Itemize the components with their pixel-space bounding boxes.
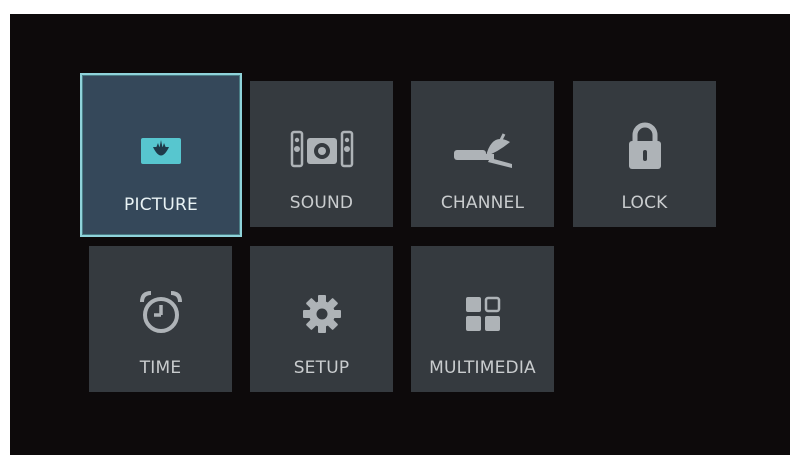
satellite-dish-icon — [411, 127, 554, 169]
tv-menu-screen: PICTURE SOUND CHANNEL LOCK TIME SETUP MU… — [10, 14, 790, 455]
menu-tile-label: MULTIMEDIA — [429, 358, 536, 378]
menu-tile-channel[interactable]: CHANNEL — [411, 81, 554, 227]
menu-tile-label: PICTURE — [124, 195, 198, 215]
menu-tile-lock[interactable]: LOCK — [573, 81, 716, 227]
menu-tile-label: TIME — [139, 358, 182, 378]
menu-tile-picture[interactable]: PICTURE — [80, 73, 242, 237]
menu-tile-sound[interactable]: SOUND — [250, 81, 393, 227]
menu-tile-multimedia[interactable]: MULTIMEDIA — [411, 246, 554, 392]
alarm-clock-icon — [89, 290, 232, 336]
padlock-icon — [573, 121, 716, 171]
gear-icon — [250, 292, 393, 336]
picture-icon — [82, 133, 240, 167]
menu-tile-setup[interactable]: SETUP — [250, 246, 393, 392]
menu-tile-label: SETUP — [293, 358, 350, 378]
menu-tile-label: CHANNEL — [440, 193, 525, 213]
multimedia-grid-icon — [411, 294, 554, 334]
menu-tile-label: LOCK — [621, 193, 668, 213]
menu-tile-time[interactable]: TIME — [89, 246, 232, 392]
menu-tile-label: SOUND — [289, 193, 354, 213]
speakers-icon — [250, 129, 393, 169]
